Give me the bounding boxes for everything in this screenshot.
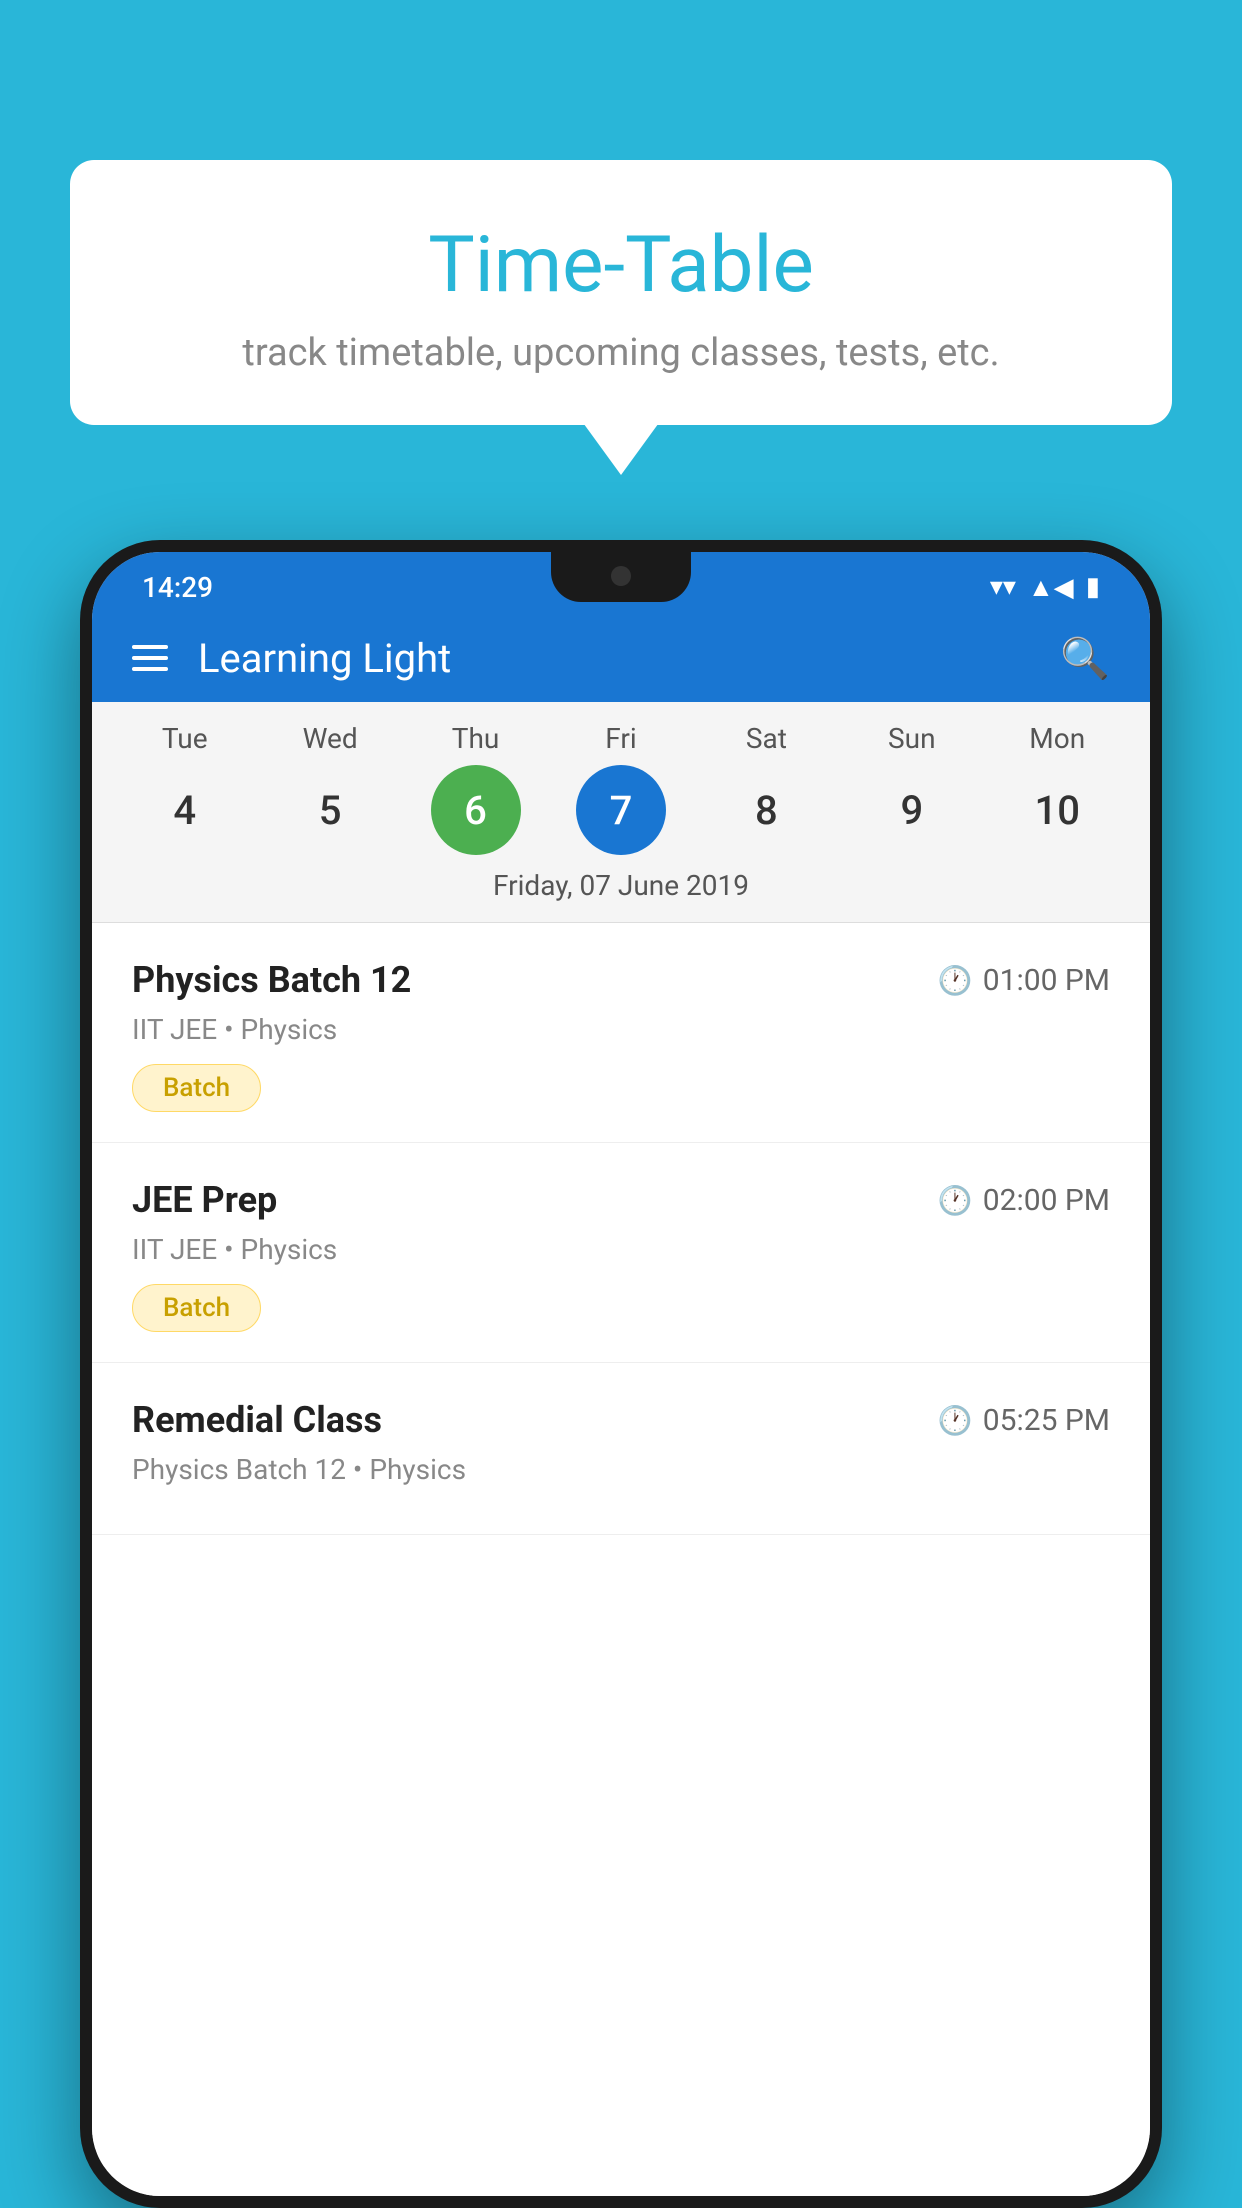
- wifi-icon: ▾▾: [990, 572, 1016, 602]
- bubble-title: Time-Table: [130, 220, 1112, 311]
- date-item[interactable]: 9: [867, 765, 957, 855]
- day-header[interactable]: Sun: [867, 722, 957, 755]
- phone-notch: [551, 552, 691, 602]
- date-item[interactable]: 7: [576, 765, 666, 855]
- schedule-item-subtitle: Physics Batch 12 • Physics: [132, 1453, 1110, 1486]
- day-header[interactable]: Tue: [140, 722, 230, 755]
- date-item[interactable]: 4: [140, 765, 230, 855]
- date-item[interactable]: 6: [431, 765, 521, 855]
- schedule-item-header: Remedial Class 🕐 05:25 PM: [132, 1399, 1110, 1441]
- schedule-time: 🕐 01:00 PM: [938, 963, 1110, 998]
- time-label: 02:00 PM: [983, 1183, 1110, 1218]
- selected-date-label: Friday, 07 June 2019: [92, 855, 1150, 912]
- date-item[interactable]: 5: [285, 765, 375, 855]
- speech-bubble: Time-Table track timetable, upcoming cla…: [70, 160, 1172, 425]
- day-headers: Tue Wed Thu Fri Sat Sun Mon: [92, 722, 1150, 755]
- schedule-item-title: JEE Prep: [132, 1179, 277, 1221]
- schedule-item[interactable]: Physics Batch 12 🕐 01:00 PM IIT JEE • Physi…: [92, 923, 1150, 1143]
- phone-container: 14:29 ▾▾ ▲◀ ▮ Learning Light 🔍 T: [80, 540, 1162, 2208]
- date-item[interactable]: 10: [1012, 765, 1102, 855]
- time-label: 01:00 PM: [983, 963, 1110, 998]
- schedule-item[interactable]: Remedial Class 🕐 05:25 PM Physics Batch 12 …: [92, 1363, 1150, 1535]
- schedule-item-subtitle: IIT JEE • Physics: [132, 1013, 1110, 1046]
- clock-icon: 🕐: [938, 1184, 973, 1217]
- status-icons: ▾▾ ▲◀ ▮: [990, 572, 1100, 603]
- batch-tag: Batch: [132, 1064, 261, 1112]
- status-time: 14:29: [142, 571, 213, 604]
- search-icon[interactable]: 🔍: [1060, 635, 1110, 682]
- app-title: Learning Light: [198, 635, 1030, 682]
- schedule-time: 🕐 02:00 PM: [938, 1183, 1110, 1218]
- batch-tag: Batch: [132, 1284, 261, 1332]
- bubble-subtitle: track timetable, upcoming classes, tests…: [130, 331, 1112, 375]
- schedule-item-title: Remedial Class: [132, 1399, 382, 1441]
- day-header[interactable]: Mon: [1012, 722, 1102, 755]
- schedule-item[interactable]: JEE Prep 🕐 02:00 PM IIT JEE • Physics Batch: [92, 1143, 1150, 1363]
- date-row: 456789 10: [92, 765, 1150, 855]
- clock-icon: 🕐: [938, 1404, 973, 1437]
- signal-icon: ▲◀: [1028, 572, 1074, 603]
- camera-dot: [611, 566, 631, 586]
- day-header[interactable]: Sat: [721, 722, 811, 755]
- phone-screen: 14:29 ▾▾ ▲◀ ▮ Learning Light 🔍 T: [92, 552, 1150, 2196]
- clock-icon: 🕐: [938, 964, 973, 997]
- day-header[interactable]: Wed: [285, 722, 375, 755]
- app-bar: Learning Light 🔍: [92, 614, 1150, 702]
- time-label: 05:25 PM: [983, 1403, 1110, 1438]
- day-header[interactable]: Thu: [431, 722, 521, 755]
- schedule-item-subtitle: IIT JEE • Physics: [132, 1233, 1110, 1266]
- phone-frame: 14:29 ▾▾ ▲◀ ▮ Learning Light 🔍 T: [80, 540, 1162, 2208]
- schedule-item-header: JEE Prep 🕐 02:00 PM: [132, 1179, 1110, 1221]
- battery-icon: ▮: [1086, 572, 1100, 602]
- speech-bubble-container: Time-Table track timetable, upcoming cla…: [70, 160, 1172, 425]
- date-item[interactable]: 8: [721, 765, 811, 855]
- hamburger-menu-icon[interactable]: [132, 645, 168, 671]
- schedule-time: 🕐 05:25 PM: [938, 1403, 1110, 1438]
- schedule-item-header: Physics Batch 12 🕐 01:00 PM: [132, 959, 1110, 1001]
- schedule-list: Physics Batch 12 🕐 01:00 PM IIT JEE • Physi…: [92, 923, 1150, 2196]
- calendar-section: Tue Wed Thu Fri Sat Sun Mon 456789 10 Friday, 0…: [92, 702, 1150, 922]
- schedule-item-title: Physics Batch 12: [132, 959, 411, 1001]
- day-header[interactable]: Fri: [576, 722, 666, 755]
